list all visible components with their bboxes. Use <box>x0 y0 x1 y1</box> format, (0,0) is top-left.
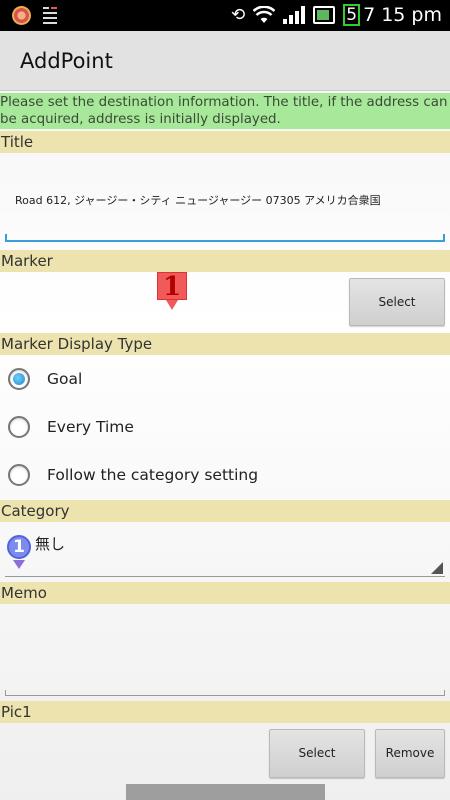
section-header-pic1: Pic1 <box>0 701 450 723</box>
category-spinner[interactable]: 1 無し <box>5 525 445 577</box>
app-notification-icon <box>12 6 31 25</box>
status-time: 5 7 15 pm <box>343 4 442 26</box>
page-title: AddPoint <box>20 49 113 73</box>
radio-label: Follow the category setting <box>47 466 259 484</box>
wifi-icon <box>253 6 276 23</box>
section-header-marker-display-type: Marker Display Type <box>0 333 450 355</box>
radio-goal[interactable]: Goal <box>8 359 438 399</box>
radio-button-checked[interactable] <box>8 368 30 390</box>
marker-select-button[interactable]: Select <box>349 278 445 326</box>
radio-button[interactable] <box>8 464 30 486</box>
pic1-select-button[interactable]: Select <box>269 729 365 778</box>
signal-icon <box>283 6 306 24</box>
marker-preview-icon: 1 <box>157 272 187 312</box>
memo-input[interactable] <box>5 606 445 696</box>
notification-icon <box>43 6 59 24</box>
rotate-icon: ⟲ <box>231 5 246 25</box>
battery-icon <box>313 6 336 24</box>
section-header-memo: Memo <box>0 582 450 604</box>
section-header-category: Category <box>0 500 450 522</box>
title-input[interactable]: Road 612, ジャージー・シティ ニュージャージー 07305 アメリカ合… <box>5 182 445 242</box>
radio-label: Goal <box>47 370 83 388</box>
pic1-remove-button[interactable]: Remove <box>375 729 445 778</box>
category-value: 無し <box>35 535 66 553</box>
status-bar: ⟲ 5 7 15 pm <box>0 0 450 31</box>
radio-follow-category[interactable]: Follow the category setting <box>8 455 438 495</box>
radio-label: Every Time <box>47 418 134 436</box>
info-banner: Please set the destination information. … <box>0 93 450 129</box>
category-marker-icon: 1 <box>7 535 31 571</box>
section-header-marker: Marker <box>0 250 450 272</box>
radio-every-time[interactable]: Every Time <box>8 407 438 447</box>
dropdown-arrow-icon <box>431 562 443 574</box>
radio-button[interactable] <box>8 416 30 438</box>
bottom-button-partial[interactable] <box>126 784 325 800</box>
title-input-value: Road 612, ジャージー・シティ ニュージャージー 07305 アメリカ合… <box>15 194 381 207</box>
section-header-title: Title <box>0 131 450 153</box>
action-bar: AddPoint <box>0 31 450 91</box>
